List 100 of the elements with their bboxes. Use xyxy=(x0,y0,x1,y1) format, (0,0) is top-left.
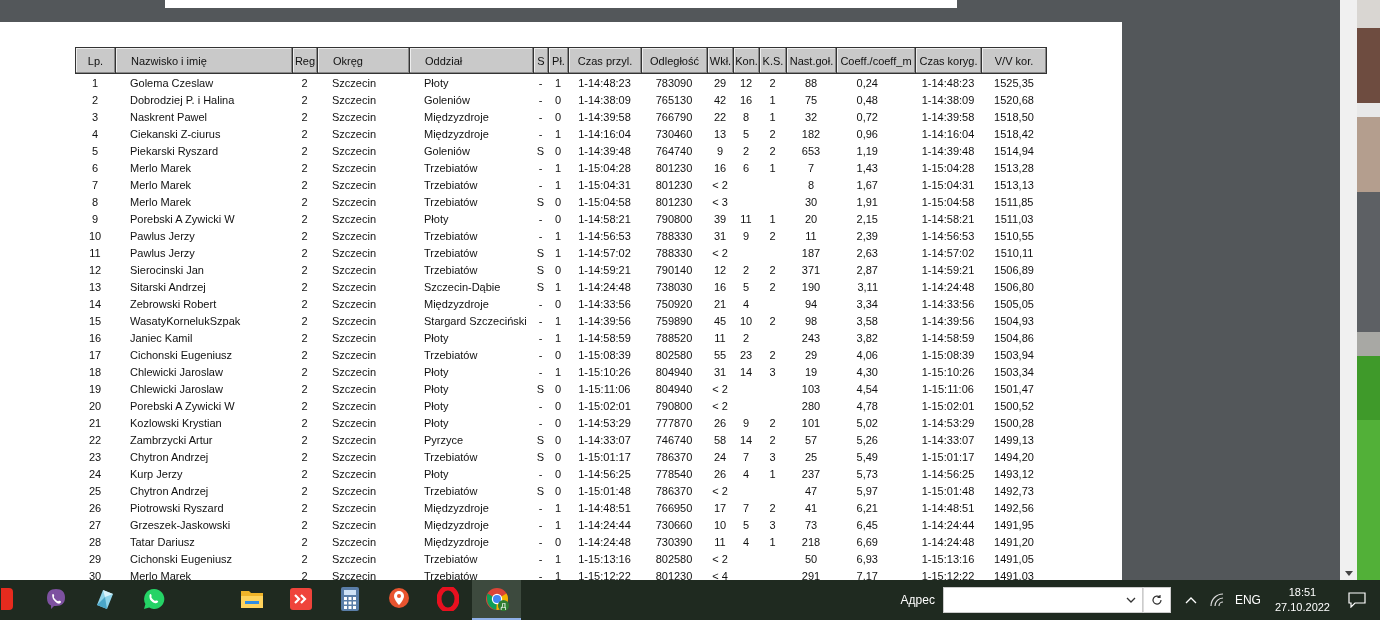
table-cell-text: 50 xyxy=(803,551,819,567)
table-cell-text: 765130 xyxy=(654,92,694,108)
table-cell-text: 2 xyxy=(300,262,309,278)
column-header: Okręg xyxy=(317,47,409,74)
table-cell-text: 1-14:53:29 xyxy=(577,415,632,431)
table-cell-text: 0 xyxy=(553,466,563,482)
table-cell-text: 243 xyxy=(800,330,822,346)
folder-icon[interactable] xyxy=(239,588,264,610)
table-cell-text: 790140 xyxy=(654,262,694,278)
table-cell-text: 11 xyxy=(713,534,727,550)
language-indicator[interactable]: ENG xyxy=(1234,593,1261,607)
table-cell-text: 1 xyxy=(553,177,563,193)
table-cell-text: 788330 xyxy=(654,245,694,261)
table-cell-text: Trzebiatów xyxy=(423,228,479,244)
table-cell-text: 1499,13 xyxy=(993,432,1035,448)
table-cell-text: Szczecin xyxy=(331,109,378,125)
chevron-up-icon[interactable] xyxy=(1184,596,1197,604)
table-cell-text: 11 xyxy=(739,211,753,227)
table-cell-text: 9 xyxy=(741,228,751,244)
table-cell-text: 103 xyxy=(800,381,822,397)
table-cell-text: - xyxy=(537,177,544,193)
table-cell-text: 653 xyxy=(800,143,822,159)
chevrons-icon[interactable] xyxy=(289,588,312,610)
notification-icon[interactable] xyxy=(1348,592,1366,608)
table-cell-text: 18 xyxy=(87,364,103,380)
table-cell-text: 6 xyxy=(90,160,100,176)
table-cell-text: - xyxy=(537,500,544,516)
table-cell-text: 3 xyxy=(768,517,777,533)
table-cell-text: 1 xyxy=(553,500,563,516)
table-cell-text: - xyxy=(537,211,544,227)
table-cell-text: 1 xyxy=(553,126,563,142)
table-cell-text: Szczecin xyxy=(331,143,378,159)
table-cell-text: Merlo Marek xyxy=(129,177,193,193)
map-pin-icon[interactable] xyxy=(387,587,410,611)
table-cell-text: 6,93 xyxy=(855,551,879,567)
table-cell-text: 6 xyxy=(741,160,751,176)
table-cell-text: 764740 xyxy=(654,143,694,159)
table-cell-text: 1-14:24:48 xyxy=(577,279,632,295)
table-cell-text: Trzebiatów xyxy=(423,449,479,465)
table-cell-text: Szczecin xyxy=(331,160,378,176)
table-cell-text: 801230 xyxy=(654,177,694,193)
table-cell-text: 1-15:08:39 xyxy=(920,347,976,363)
table-cell-text: 730390 xyxy=(654,534,694,550)
ring-icon[interactable] xyxy=(436,587,459,611)
table-cell-text: 371 xyxy=(800,262,822,278)
table-cell-text: - xyxy=(537,398,544,414)
clock[interactable]: 18:51 27.10.2022 xyxy=(1274,585,1330,615)
column-header: Kon. xyxy=(733,47,759,74)
table-cell-text: 1513,13 xyxy=(993,177,1035,193)
table-cell-text: Szczecin xyxy=(331,245,378,261)
table-cell-text: 23 xyxy=(738,347,754,363)
table-cell-text: 16 xyxy=(738,92,754,108)
table-cell-text: Merlo Marek xyxy=(129,568,193,580)
table-cell-text: 738030 xyxy=(654,279,694,295)
table-cell-text: 777870 xyxy=(654,415,694,431)
table-cell-text: 22 xyxy=(87,432,103,448)
table-cell-text: 2 xyxy=(300,517,309,533)
table-cell-text: - xyxy=(537,92,544,108)
table-cell-text: 218 xyxy=(800,534,822,550)
table-cell-text: 2 xyxy=(768,415,777,431)
table-cell-text: 6,69 xyxy=(855,534,879,550)
scroll-down-icon[interactable] xyxy=(1344,571,1353,576)
taskbar-button[interactable]: Д xyxy=(472,580,521,620)
table-cell-text: 10 xyxy=(712,517,728,533)
table-cell-text: 1-15:02:01 xyxy=(920,398,976,414)
table-cell-text: < 3 xyxy=(711,194,729,210)
table-cell-text: 1491,03 xyxy=(993,568,1035,580)
table-cell-text: 1492,73 xyxy=(993,483,1035,499)
table-cell-text: Szczecin xyxy=(331,364,378,380)
table-cell-text: - xyxy=(537,296,544,312)
address-field[interactable] xyxy=(942,587,1143,613)
chevron-down-icon[interactable] xyxy=(1125,597,1136,603)
table-cell-text: 57 xyxy=(803,432,819,448)
table-cell-text: 1-14:39:58 xyxy=(920,109,976,125)
calculator-icon[interactable] xyxy=(340,587,359,611)
table-cell-text: 1494,20 xyxy=(993,449,1035,465)
table-cell-text: 1 xyxy=(553,228,563,244)
table-cell-text: 804940 xyxy=(654,364,694,380)
table-cell-text: 8 xyxy=(806,177,816,193)
table-cell-text: 1 xyxy=(553,245,563,261)
table-cell-text: 786370 xyxy=(654,483,694,499)
table-cell-text: 12 xyxy=(712,262,728,278)
table-cell-text: S xyxy=(535,449,546,465)
table-cell-text: 5 xyxy=(741,279,751,295)
table-cell-text: 2 xyxy=(768,432,777,448)
browser-logo-icon[interactable] xyxy=(484,587,509,611)
wifi-icon[interactable] xyxy=(1208,593,1225,607)
table-cell-text: 26 xyxy=(712,415,728,431)
chat-bubble-icon[interactable] xyxy=(141,587,166,611)
app-icon[interactable] xyxy=(0,588,13,610)
table-cell-text: Trzebiatów xyxy=(423,483,479,499)
table-cell-text: 1500,28 xyxy=(993,415,1035,431)
table-cell-text: Trzebiatów xyxy=(423,551,479,567)
table-cell-text: 5,97 xyxy=(855,483,879,499)
table-cell-text: 1-14:39:58 xyxy=(577,109,632,125)
refresh-button[interactable] xyxy=(1142,587,1171,613)
table-cell-text: 1 xyxy=(768,109,777,125)
table-cell-text: Stargard Szczeciński xyxy=(423,313,528,329)
table-cell-text: 0 xyxy=(553,398,563,414)
scrollbar[interactable] xyxy=(1340,0,1357,580)
